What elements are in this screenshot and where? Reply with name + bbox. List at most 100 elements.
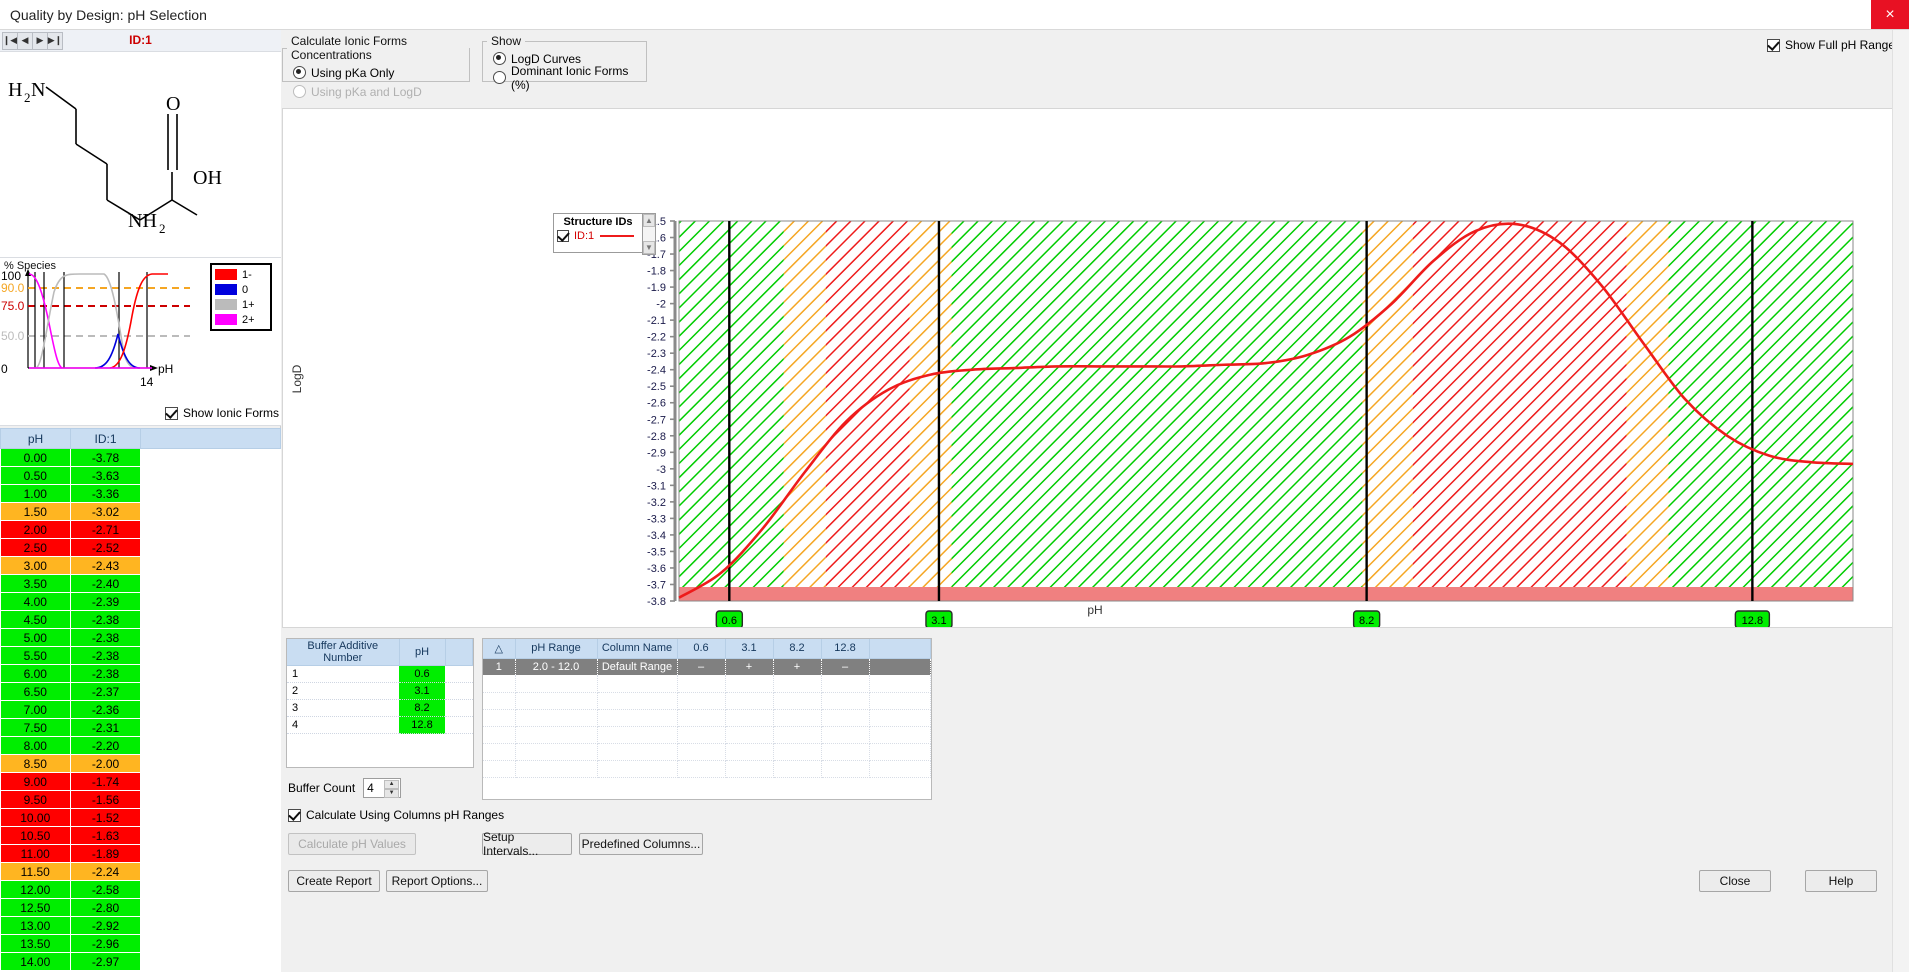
buffer-row[interactable]: 10.6 <box>287 666 473 683</box>
table-row[interactable]: 1.50-3.02 <box>1 503 281 521</box>
structure-ids-item[interactable]: ID:1 <box>554 228 642 242</box>
columns-empty-row <box>483 743 931 760</box>
cell-spacer <box>141 791 281 809</box>
nav-first-button[interactable]: ❙◀ <box>2 32 18 50</box>
show-full-ph-range-checkbox[interactable]: Show Full pH Range <box>1767 38 1895 52</box>
columns-ph-ranges-panel[interactable]: △ pH Range Column Name 0.6 3.1 8.2 12.8 … <box>482 638 932 800</box>
cell-ph: 1.50 <box>1 503 71 521</box>
table-row[interactable]: 8.00-2.20 <box>1 737 281 755</box>
table-row[interactable]: 7.00-2.36 <box>1 701 281 719</box>
radio-using-pka-only[interactable]: Using pKa Only <box>293 64 469 81</box>
checkbox-icon[interactable] <box>1767 39 1780 52</box>
radio-icon-disabled <box>293 85 306 98</box>
window-vertical-scrollbar[interactable] <box>1892 30 1909 972</box>
structure-navigation-bar: ❙◀ ◀ ▶ ▶❙ ID:1 <box>0 30 281 52</box>
cell-empty <box>597 675 677 692</box>
report-options-button[interactable]: Report Options... <box>386 870 488 892</box>
ph-logd-table: pH ID:1 0.00-3.780.50-3.631.00-3.361.50-… <box>0 428 281 971</box>
columns-col-m4[interactable]: 12.8 <box>821 639 869 658</box>
setup-intervals-button[interactable]: Setup Intervals... <box>482 833 572 855</box>
table-row[interactable]: 8.50-2.00 <box>1 755 281 773</box>
columns-col-m3[interactable]: 8.2 <box>773 639 821 658</box>
stepper-down-icon[interactable]: ▼ <box>384 789 399 798</box>
table-row[interactable]: 11.00-1.89 <box>1 845 281 863</box>
table-row[interactable]: 13.50-2.96 <box>1 935 281 953</box>
columns-row[interactable]: 12.0 - 12.0Default Range–++– <box>483 658 931 675</box>
table-row[interactable]: 7.50-2.31 <box>1 719 281 737</box>
calculate-group-legend: Calculate Ionic Forms Concentrations <box>287 34 469 62</box>
table-row[interactable]: 13.00-2.92 <box>1 917 281 935</box>
table-row[interactable]: 4.00-2.39 <box>1 593 281 611</box>
close-button[interactable]: Close <box>1699 870 1771 892</box>
cell-logd: -2.31 <box>71 719 141 737</box>
buffer-col-number[interactable]: Buffer Additive Number <box>287 639 399 666</box>
structure-ids-legend-box[interactable]: Structure IDs ID:1 ▲ ▼ <box>553 213 643 253</box>
table-row[interactable]: 9.00-1.74 <box>1 773 281 791</box>
main-panel: Calculate Ionic Forms Concentrations Usi… <box>282 30 1909 972</box>
legend-label-1plus: 1+ <box>242 299 255 311</box>
window-close-button[interactable]: × <box>1871 0 1909 29</box>
checkbox-icon[interactable] <box>557 230 569 242</box>
table-row[interactable]: 10.00-1.52 <box>1 809 281 827</box>
table-row[interactable]: 0.00-3.78 <box>1 449 281 467</box>
ph-logd-table-container[interactable]: pH ID:1 0.00-3.780.50-3.631.00-3.361.50-… <box>0 428 281 972</box>
buffer-row[interactable]: 38.2 <box>287 700 473 717</box>
table-row[interactable]: 6.00-2.38 <box>1 665 281 683</box>
radio-dominant-ionic-forms[interactable]: Dominant Ionic Forms (%) <box>493 69 646 86</box>
table-row[interactable]: 2.50-2.52 <box>1 539 281 557</box>
calculate-ionic-forms-group: Calculate Ionic Forms Concentrations Usi… <box>282 34 470 82</box>
columns-col-phrange[interactable]: pH Range <box>515 639 597 658</box>
columns-col-name[interactable]: Column Name <box>597 639 677 658</box>
buffer-count-stepper[interactable]: 4 ▲ ▼ <box>363 778 401 798</box>
show-ionic-forms-checkbox[interactable]: Show Ionic Forms <box>165 406 279 420</box>
table-row[interactable]: 0.50-3.63 <box>1 467 281 485</box>
table-row[interactable]: 6.50-2.37 <box>1 683 281 701</box>
cell-ph: 11.00 <box>1 845 71 863</box>
nav-next-button[interactable]: ▶ <box>32 32 48 50</box>
structure-canvas: H 2 N O OH NH 2 <box>0 52 281 258</box>
table-row[interactable]: 5.00-2.38 <box>1 629 281 647</box>
column-header-id1[interactable]: ID:1 <box>71 429 141 449</box>
cell-logd: -2.38 <box>71 629 141 647</box>
columns-col-m2[interactable]: 3.1 <box>725 639 773 658</box>
buffer-additives-panel[interactable]: Buffer Additive Number pH 10.623.138.241… <box>286 638 474 768</box>
table-row[interactable]: 9.50-1.56 <box>1 791 281 809</box>
help-button[interactable]: Help <box>1805 870 1877 892</box>
create-report-button[interactable]: Create Report <box>288 870 380 892</box>
table-row[interactable]: 10.50-1.63 <box>1 827 281 845</box>
stepper-up-icon[interactable]: ▲ <box>384 780 399 789</box>
table-row[interactable]: 11.50-2.24 <box>1 863 281 881</box>
table-row[interactable]: 14.00-2.97 <box>1 953 281 971</box>
chart-band <box>784 221 826 601</box>
nav-last-button[interactable]: ▶❙ <box>47 32 63 50</box>
calculate-ph-values-button[interactable]: Calculate pH Values <box>288 833 416 855</box>
table-row[interactable]: 12.50-2.80 <box>1 899 281 917</box>
radio-icon[interactable] <box>493 71 506 84</box>
caret-down-icon[interactable]: ▼ <box>643 241 655 254</box>
table-row[interactable]: 4.50-2.38 <box>1 611 281 629</box>
radio-icon[interactable] <box>493 52 506 65</box>
columns-col-sort[interactable]: △ <box>483 639 515 658</box>
structure-ids-scrollbar[interactable]: ▲ ▼ <box>642 213 656 255</box>
checkbox-icon[interactable] <box>288 809 301 822</box>
stepper-arrows[interactable]: ▲ ▼ <box>384 780 399 797</box>
predefined-columns-button[interactable]: Predefined Columns... <box>579 833 703 855</box>
table-row[interactable]: 2.00-2.71 <box>1 521 281 539</box>
column-header-ph[interactable]: pH <box>1 429 71 449</box>
calculate-using-columns-checkbox[interactable]: Calculate Using Columns pH Ranges <box>288 808 504 822</box>
radio-icon[interactable] <box>293 66 306 79</box>
nav-previous-button[interactable]: ◀ <box>17 32 33 50</box>
table-row[interactable]: 5.50-2.38 <box>1 647 281 665</box>
table-row[interactable]: 3.00-2.43 <box>1 557 281 575</box>
columns-col-m1[interactable]: 0.6 <box>677 639 725 658</box>
buffer-row[interactable]: 412.8 <box>287 717 473 734</box>
table-row[interactable]: 12.00-2.58 <box>1 881 281 899</box>
table-row[interactable]: 1.00-3.36 <box>1 485 281 503</box>
caret-up-icon[interactable]: ▲ <box>643 214 655 227</box>
table-row[interactable]: 3.50-2.40 <box>1 575 281 593</box>
cell-logd: -2.20 <box>71 737 141 755</box>
buffer-col-ph[interactable]: pH <box>399 639 445 666</box>
checkbox-icon[interactable] <box>165 407 178 420</box>
cell-buffer-number: 3 <box>287 700 399 717</box>
buffer-row[interactable]: 23.1 <box>287 683 473 700</box>
